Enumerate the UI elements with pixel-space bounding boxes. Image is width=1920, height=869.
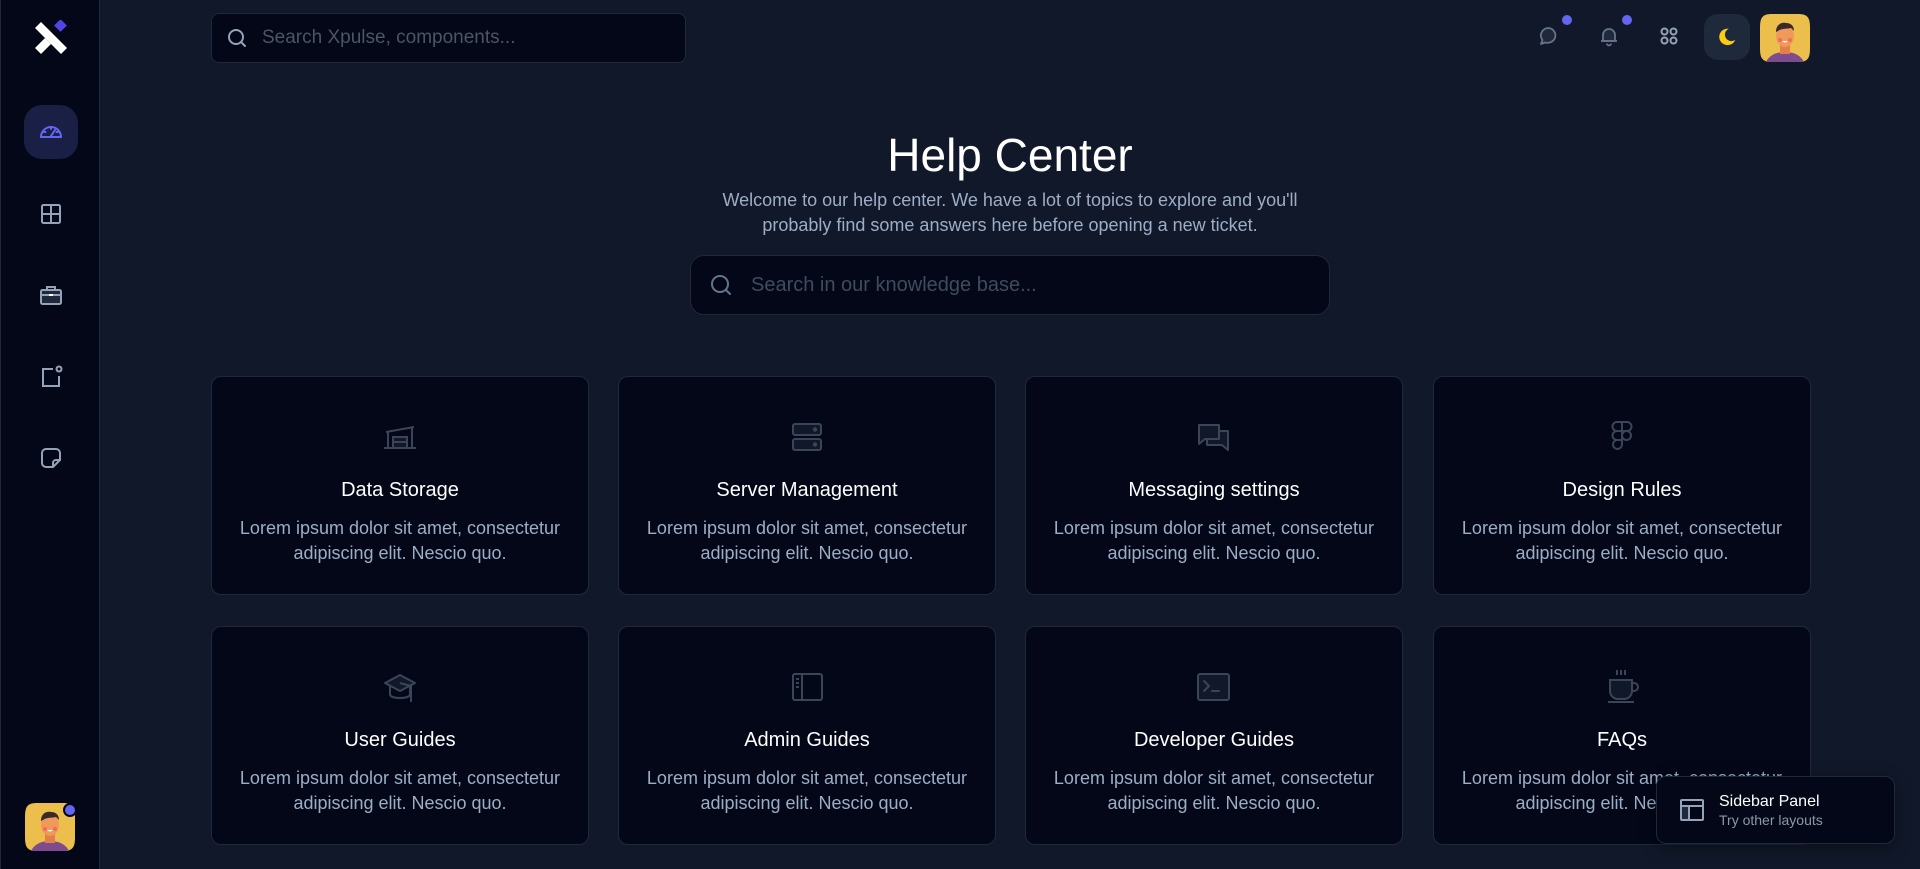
topic-card-design-rules[interactable]: Design Rules Lorem ipsum dolor sit amet,… — [1433, 376, 1811, 595]
sidebar-panel-layout-switcher[interactable]: Sidebar Panel Try other layouts — [1656, 776, 1895, 844]
card-title: User Guides — [344, 729, 456, 751]
speedometer-icon — [39, 126, 63, 138]
card-title: Server Management — [716, 479, 898, 501]
global-search-input[interactable] — [262, 27, 685, 49]
card-title: Data Storage — [341, 479, 459, 501]
search-icon — [711, 275, 731, 295]
page-title: Help Center — [887, 129, 1133, 181]
notifications-badge — [1622, 15, 1632, 25]
square-dot-icon — [42, 365, 63, 387]
status-dot — [63, 803, 77, 817]
panel-title: Sidebar Panel — [1719, 792, 1820, 810]
sidebar-avatar[interactable] — [25, 803, 77, 851]
sidebar — [0, 0, 100, 869]
panel-subtitle: Try other layouts — [1719, 811, 1823, 828]
briefcase-icon — [40, 286, 62, 305]
page-subtitle: Welcome to our help center. We have a lo… — [722, 190, 1298, 235]
apps-grid-icon — [1660, 27, 1678, 45]
card-title: FAQs — [1596, 729, 1647, 751]
chat-bubble-icon — [1540, 27, 1557, 45]
theme-toggle-button[interactable] — [1704, 14, 1750, 60]
sticky-note-icon — [41, 448, 61, 468]
card-description: Lorem ipsum dolor sit amet, consectetur … — [646, 518, 968, 563]
topic-card-admin-guides[interactable]: Admin Guides Lorem ipsum dolor sit amet,… — [618, 626, 996, 845]
card-description: Lorem ipsum dolor sit amet, consectetur … — [1053, 518, 1375, 563]
sidebar-item-dashboard[interactable] — [24, 105, 78, 159]
moon-icon — [1719, 28, 1736, 46]
notifications-button[interactable] — [1595, 22, 1623, 50]
card-description: Lorem ipsum dolor sit amet, consectetur … — [239, 518, 561, 563]
card-description: Lorem ipsum dolor sit amet, consectetur … — [1053, 768, 1375, 813]
card-description: Lorem ipsum dolor sit amet, consectetur … — [1461, 518, 1783, 563]
coffee-cup-icon — [1608, 670, 1639, 703]
sidebar-layout-icon — [792, 673, 823, 701]
card-title: Admin Guides — [744, 729, 870, 751]
x-logo-icon[interactable] — [31, 19, 71, 60]
card-description: Lorem ipsum dolor sit amet, consectetur … — [646, 768, 968, 813]
messages-button[interactable] — [1535, 22, 1563, 50]
card-description: Lorem ipsum dolor sit amet, consectetur … — [239, 768, 561, 813]
global-search[interactable] — [211, 13, 686, 63]
topic-card-data-storage[interactable]: Data Storage Lorem ipsum dolor sit amet,… — [211, 376, 589, 595]
warehouse-icon — [384, 426, 416, 449]
knowledge-base-search-input[interactable] — [751, 273, 1329, 297]
card-title: Developer Guides — [1133, 729, 1295, 751]
graduation-cap-icon — [384, 674, 416, 702]
chat-bubbles-icon — [1198, 424, 1229, 451]
server-icon — [792, 423, 822, 451]
layout-icon — [1680, 799, 1704, 821]
sidebar-item-layouts[interactable] — [24, 187, 78, 241]
topic-card-user-guides[interactable]: User Guides Lorem ipsum dolor sit amet, … — [211, 626, 589, 845]
topic-card-developer-guides[interactable]: Developer Guides Lorem ipsum dolor sit a… — [1025, 626, 1403, 845]
topic-card-messaging-settings[interactable]: Messaging settings Lorem ipsum dolor sit… — [1025, 376, 1403, 595]
grid-icon — [41, 204, 61, 224]
card-title: Design Rules — [1562, 479, 1682, 501]
search-icon — [228, 29, 246, 47]
sidebar-item-notes[interactable] — [24, 431, 78, 485]
sidebar-item-briefcase[interactable] — [24, 268, 78, 322]
card-title: Messaging settings — [1128, 479, 1300, 501]
knowledge-base-search[interactable] — [690, 255, 1330, 315]
apps-button[interactable] — [1655, 22, 1683, 50]
user-avatar[interactable] — [1760, 13, 1810, 63]
terminal-icon — [1197, 673, 1230, 701]
sidebar-item-notifications-square[interactable] — [24, 350, 78, 404]
figma-icon — [1611, 421, 1633, 450]
topic-card-server-management[interactable]: Server Management Lorem ipsum dolor sit … — [618, 376, 996, 595]
bell-icon — [1601, 28, 1617, 47]
messages-badge — [1562, 15, 1572, 25]
avatar-image — [1760, 14, 1810, 62]
